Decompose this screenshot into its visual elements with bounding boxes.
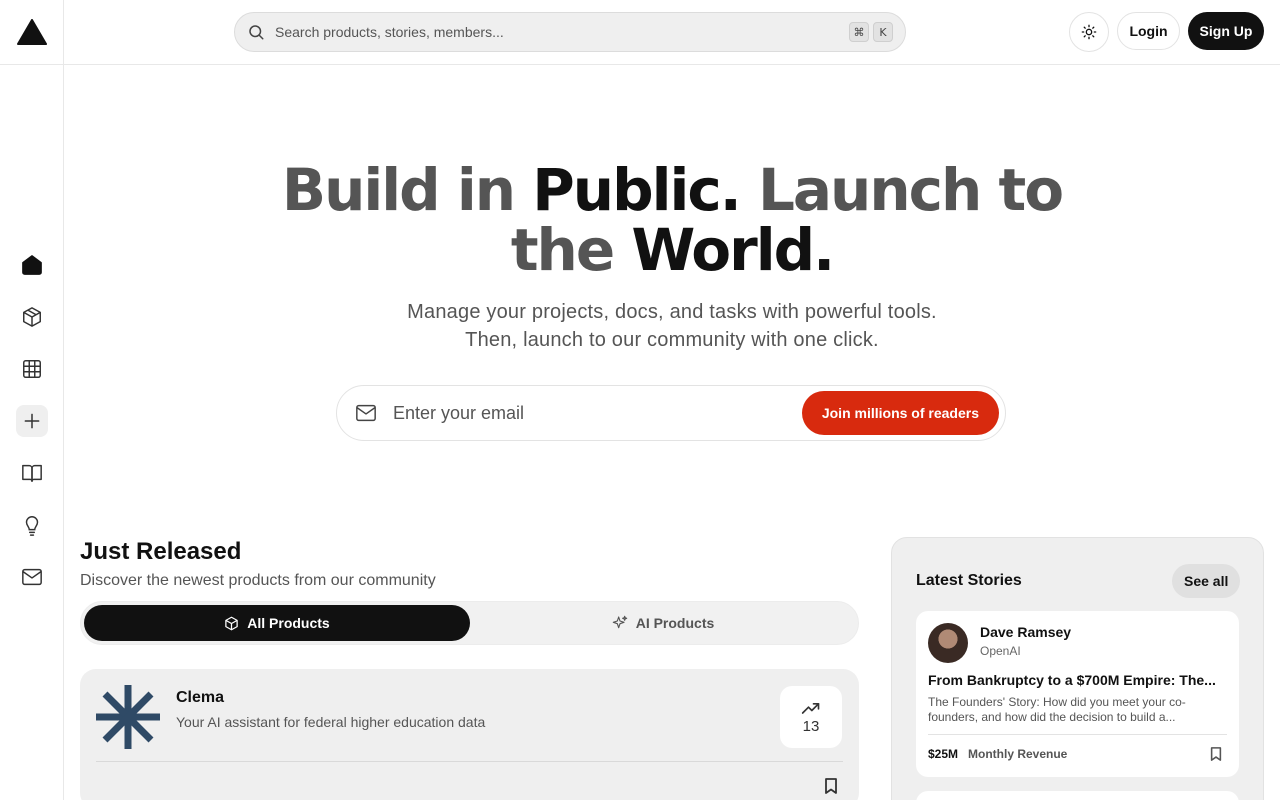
tab-ai-products[interactable]: AI Products	[470, 605, 856, 641]
nav-home[interactable]	[16, 249, 48, 281]
hero-subtitle-line1: Manage your projects, docs, and tasks wi…	[407, 301, 937, 323]
envelope-icon	[356, 404, 376, 422]
search-input[interactable]	[275, 24, 845, 40]
hero-title-part2: Public.	[532, 156, 741, 224]
product-name[interactable]: Clema	[176, 689, 224, 707]
story-card[interactable]	[916, 791, 1239, 800]
tab-ai-products-label: AI Products	[635, 615, 715, 631]
hero-title-part5: World.	[631, 216, 835, 284]
hero-title-part1: Build in	[281, 156, 533, 224]
product-card[interactable]: Clema Your AI assistant for federal high…	[80, 669, 859, 800]
box-icon	[225, 616, 239, 630]
book-icon	[22, 464, 42, 482]
sun-icon	[1081, 24, 1097, 40]
hero-title-part3: Launch to	[739, 156, 1064, 224]
nav-ideas[interactable]	[16, 509, 48, 541]
hero-title-part4: the	[510, 216, 632, 284]
divider	[928, 734, 1227, 735]
nav-create[interactable]	[16, 405, 48, 437]
nav-mail[interactable]	[16, 561, 48, 593]
see-all-button[interactable]: See all	[1172, 564, 1241, 598]
join-button[interactable]: Join millions of readers	[801, 391, 999, 435]
lightbulb-icon	[25, 516, 39, 536]
newsletter-form: Join millions of readers	[336, 385, 1006, 441]
product-tagline: Your AI assistant for federal higher edu…	[176, 714, 486, 730]
story-revenue: $25M	[928, 747, 959, 761]
logo[interactable]	[0, 0, 64, 64]
latest-stories-title: Latest Stories	[916, 572, 1022, 589]
upvote-button[interactable]: 13	[780, 686, 842, 748]
email-input[interactable]	[393, 402, 802, 424]
hero-subtitle: Manage your projects, docs, and tasks wi…	[64, 298, 1280, 354]
signup-button[interactable]: Sign Up	[1188, 12, 1264, 50]
home-icon	[22, 255, 42, 275]
shortcut-k-key: K	[873, 22, 893, 42]
tab-all-products-label: All Products	[247, 615, 330, 631]
story-excerpt: The Founders' Story: How did you meet yo…	[928, 695, 1186, 724]
bookmark-icon[interactable]	[1209, 746, 1223, 762]
nav-grid[interactable]	[16, 353, 48, 385]
tab-all-products[interactable]: All Products	[84, 605, 470, 641]
trending-up-icon	[801, 702, 820, 714]
box-icon	[23, 307, 41, 327]
search-bar[interactable]: ⌘ K	[234, 12, 906, 52]
nav-docs[interactable]	[16, 457, 48, 489]
sparkles-icon	[612, 615, 627, 629]
hero-title: Build in Public. Launch to the World.	[64, 160, 1280, 280]
nav-products[interactable]	[16, 301, 48, 333]
login-button[interactable]: Login	[1117, 12, 1180, 50]
bookmark-icon[interactable]	[823, 777, 839, 795]
story-card[interactable]: Dave Ramsey OpenAI From Bankruptcy to a …	[916, 611, 1239, 777]
just-released-title: Just Released	[80, 538, 242, 565]
mail-icon	[22, 568, 42, 586]
theme-toggle-button[interactable]	[1069, 12, 1109, 52]
clema-logo-icon	[96, 685, 160, 749]
top-bar: ⌘ K Login Sign Up	[0, 0, 1280, 65]
divider	[96, 761, 843, 762]
plus-icon	[24, 413, 40, 429]
story-revenue-label: Monthly Revenue	[968, 747, 1068, 761]
just-released-subtitle: Discover the newest products from our co…	[80, 572, 436, 589]
story-author[interactable]: Dave Ramsey	[980, 624, 1071, 640]
story-company: OpenAI	[980, 644, 1021, 658]
grid-icon	[23, 360, 41, 378]
shortcut-cmd-key: ⌘	[849, 22, 869, 42]
search-icon	[249, 25, 264, 40]
product-tabs: All Products AI Products	[80, 601, 859, 645]
avatar	[928, 623, 968, 663]
hero-subtitle-line2: Then, launch to our community with one c…	[465, 329, 879, 351]
story-title[interactable]: From Bankruptcy to a $700M Empire: The..…	[928, 672, 1228, 688]
side-nav	[0, 65, 64, 800]
latest-stories-panel: Latest Stories See all Dave Ramsey OpenA…	[891, 537, 1264, 800]
triangle-logo-icon	[16, 19, 47, 45]
upvote-count: 13	[802, 717, 820, 735]
